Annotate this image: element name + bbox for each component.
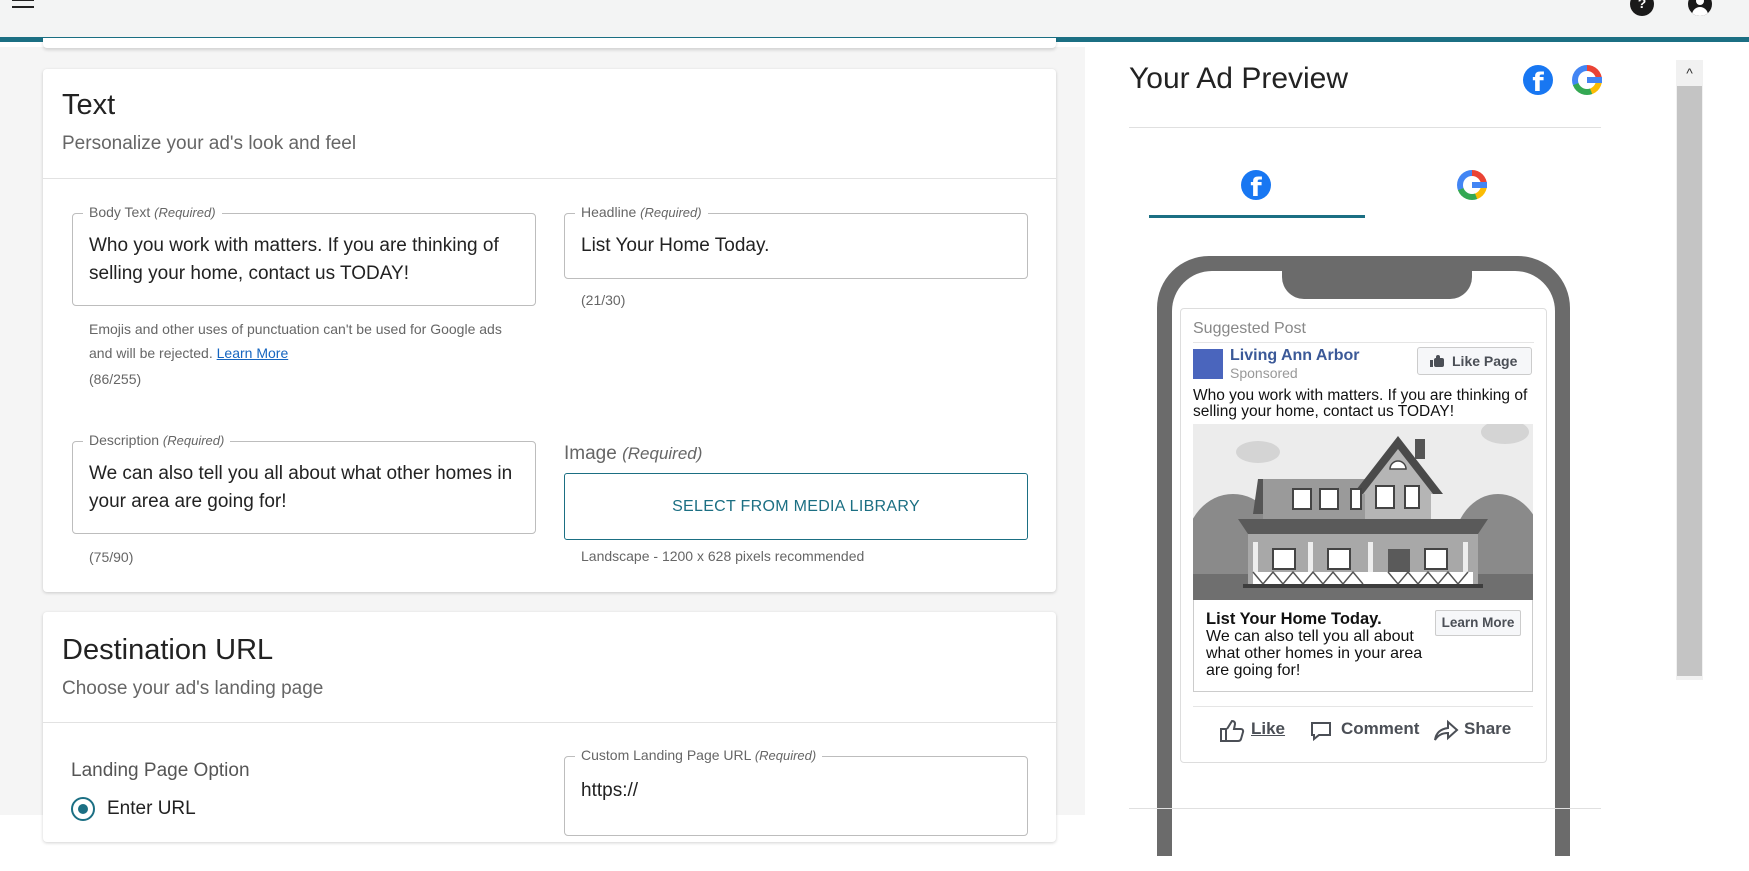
enter-url-radio-label[interactable]: Enter URL [107, 798, 196, 820]
image-hint: Landscape - 1200 x 628 pixels recommende… [581, 548, 865, 564]
facebook-tab-icon[interactable]: f [1241, 170, 1271, 200]
page-name[interactable]: Living Ann Arbor [1230, 347, 1359, 365]
scrollbar-thumb[interactable] [1677, 86, 1702, 676]
comment-action[interactable]: Comment [1341, 719, 1419, 739]
body-text-value[interactable]: Who you work with matters. If you are th… [89, 232, 521, 288]
custom-landing-url-field[interactable]: Custom Landing Page URL (Required) https… [564, 747, 1028, 836]
preview-scrollbar[interactable]: ^ [1676, 60, 1703, 680]
page-avatar [1193, 349, 1223, 379]
active-tab-indicator [1149, 215, 1365, 218]
house-illustration [1193, 424, 1533, 600]
like-page-button[interactable]: Like Page [1417, 347, 1532, 375]
google-tab-icon[interactable] [1457, 170, 1487, 200]
comment-icon[interactable] [1309, 719, 1333, 743]
description-value[interactable]: We can also tell you all about what othe… [89, 460, 521, 516]
learn-more-link[interactable]: Learn More [217, 345, 289, 361]
text-section-subtitle: Personalize your ad's look and feel [62, 133, 357, 154]
headline-field[interactable]: Headline (Required) List Your Home Today… [564, 204, 1028, 279]
share-icon[interactable] [1433, 719, 1459, 743]
preview-title: Your Ad Preview [1129, 62, 1349, 95]
scroll-up-icon[interactable]: ^ [1676, 60, 1703, 84]
custom-landing-url-value[interactable]: https:// [581, 777, 1013, 805]
phone-screen: Suggested Post Living Ann Arbor Sponsore… [1172, 271, 1555, 871]
hamburger-icon[interactable] [12, 0, 36, 14]
destination-section-title: Destination URL [62, 634, 274, 666]
app-bar: ? [0, 0, 1749, 42]
share-action[interactable]: Share [1464, 719, 1511, 739]
help-circle-icon[interactable]: ? [1630, 0, 1654, 16]
description-field[interactable]: Description (Required) We can also tell … [72, 432, 536, 534]
description-count: (75/90) [89, 549, 134, 565]
headline-label: Headline (Required) [575, 204, 708, 220]
section-divider [43, 722, 1056, 723]
text-card: Text Personalize your ad's look and feel… [43, 69, 1056, 592]
select-media-library-button[interactable]: SELECT FROM MEDIA LIBRARY [564, 473, 1028, 540]
destination-section-subtitle: Choose your ad's landing page [62, 678, 324, 699]
post-description: We can also tell you all about what othe… [1206, 628, 1423, 679]
headline-value[interactable]: List Your Home Today. [581, 232, 1013, 260]
emoji-note: Emojis and other uses of punctuation can… [89, 321, 502, 361]
text-section-title: Text [62, 89, 116, 121]
description-label: Description (Required) [83, 432, 231, 448]
post-divider [1193, 342, 1534, 343]
facebook-ad-post: Suggested Post Living Ann Arbor Sponsore… [1180, 308, 1547, 763]
phone-mockup: Suggested Post Living Ann Arbor Sponsore… [1157, 256, 1570, 871]
enter-url-radio[interactable] [71, 797, 95, 821]
ad-link-footer[interactable]: List Your Home Today. We can also tell y… [1193, 600, 1533, 692]
phone-notch [1282, 271, 1472, 299]
google-icon[interactable] [1572, 65, 1602, 95]
custom-landing-url-label: Custom Landing Page URL (Required) [575, 747, 823, 763]
body-text-count: (86/255) [89, 371, 142, 387]
like-action[interactable]: Like [1251, 719, 1285, 739]
house-illustration-image [1193, 424, 1533, 600]
body-text-label: Body Text (Required) [83, 204, 222, 220]
section-divider [43, 178, 1056, 179]
preview-divider [1129, 127, 1601, 128]
sponsored-label: Sponsored [1230, 365, 1298, 381]
account-circle-icon[interactable] [1688, 0, 1712, 16]
thumbs-up-icon [1430, 355, 1444, 367]
actions-divider [1193, 706, 1533, 707]
facebook-icon[interactable]: f [1523, 65, 1553, 95]
image-label: Image (Required) [564, 443, 703, 464]
destination-card: Destination URL Choose your ad's landing… [43, 612, 1056, 842]
previous-card-edge [43, 38, 1056, 48]
body-text-field[interactable]: Body Text (Required) Who you work with m… [72, 204, 536, 306]
post-headline: List Your Home Today. [1206, 610, 1382, 628]
landing-page-option-label: Landing Page Option [71, 760, 250, 781]
like-icon[interactable] [1219, 719, 1245, 743]
preview-bottom-divider [1129, 808, 1601, 809]
suggested-post-label: Suggested Post [1193, 320, 1306, 337]
post-body-text: Who you work with matters. If you are th… [1193, 387, 1528, 420]
headline-count: (21/30) [581, 292, 626, 308]
learn-more-button[interactable]: Learn More [1435, 610, 1521, 636]
